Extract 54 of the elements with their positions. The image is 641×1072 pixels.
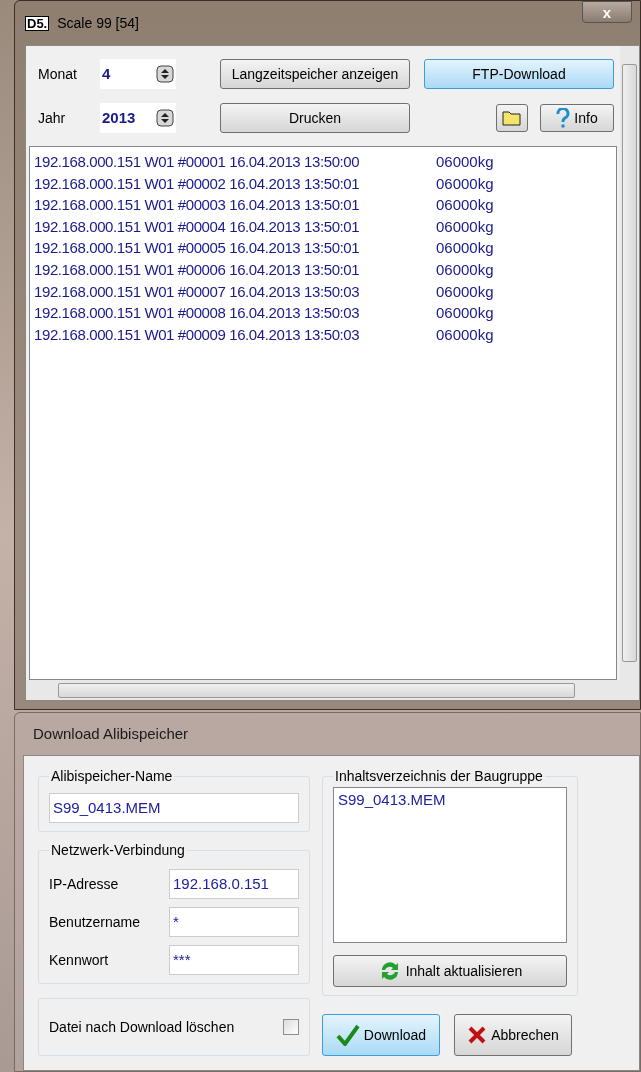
record-line: 192.168.000.151 W01 #00006 16.04.2013 13:50:01: [34, 259, 361, 280]
download-button[interactable]: Download: [322, 1014, 440, 1056]
record-line: 192.168.000.151 W01 #00002 16.04.2013 13:50:01: [34, 173, 361, 194]
name-field[interactable]: S99_0413.MEM: [49, 793, 299, 823]
year-field[interactable]: 2013: [100, 103, 176, 133]
input-field[interactable]: *: [169, 907, 299, 937]
refresh-button[interactable]: Inhalt aktualisieren: [333, 955, 567, 987]
question-mark-icon: [556, 108, 571, 128]
dialog-title: Download Alibispeicher: [33, 723, 189, 744]
app-logo: D5.: [25, 15, 50, 31]
option-label: Datei nach Download löschen: [49, 1017, 236, 1037]
folder-button[interactable]: [496, 104, 528, 132]
month-field[interactable]: 4: [100, 59, 176, 89]
record-weight: 06000kg: [436, 195, 494, 216]
group-title: Inhaltsverzeichnis der Baugruppe: [334, 767, 544, 786]
window-title: Scale 99 [54]: [57, 13, 139, 33]
print-button[interactable]: Drucken: [220, 103, 410, 133]
record-weight: 06000kg: [436, 259, 494, 280]
folder-icon: [502, 110, 522, 126]
group-title: Alibispeicher-Name: [50, 767, 174, 786]
year-label: Jahr: [38, 108, 67, 128]
month-label: Monat: [38, 64, 78, 84]
checkmark-icon: [335, 1024, 360, 1046]
record-line: 192.168.000.151 W01 #00001 16.04.2013 13:50:00: [34, 152, 361, 172]
record-line: 192.168.000.151 W01 #00008 16.04.2013 13:50:03: [34, 303, 361, 324]
input-field[interactable]: 192.168.0.151: [169, 869, 299, 899]
record-weight: 06000kg: [436, 281, 494, 302]
field-label: IP-Adresse: [49, 874, 120, 894]
record-line: 192.168.000.151 W01 #00003 16.04.2013 13:50:01: [34, 195, 361, 216]
checkbox[interactable]: [283, 1019, 299, 1035]
file-list-item[interactable]: S99_0413.MEM: [338, 789, 562, 812]
record-line: 192.168.000.151 W01 #00004 16.04.2013 13:50:01: [34, 216, 361, 237]
record-weight: 06000kg: [436, 324, 494, 345]
spinner-icon[interactable]: [156, 109, 174, 127]
info-button[interactable]: Info: [540, 104, 614, 132]
record-weight: 06000kg: [436, 173, 494, 194]
group-title: Netzwerk-Verbindung: [50, 841, 186, 860]
spinner-icon[interactable]: [156, 65, 174, 83]
record-weight: 06000kg: [436, 303, 494, 324]
cross-icon: [467, 1025, 488, 1045]
input-field[interactable]: ***: [169, 945, 299, 975]
record-line: 192.168.000.151 W01 #00009 16.04.2013 13:50:03: [34, 324, 361, 345]
ftp-download-button[interactable]: FTP-Download: [424, 59, 614, 89]
vertical-scrollbar[interactable]: [620, 46, 639, 680]
record-weight: 06000kg: [436, 238, 494, 259]
record-line: 192.168.000.151 W01 #00005 16.04.2013 13:50:01: [34, 238, 361, 259]
record-line: 192.168.000.151 W01 #00007 16.04.2013 13:50:03: [34, 281, 361, 302]
field-label: Benutzername: [49, 912, 142, 932]
record-weight: 06000kg: [436, 152, 494, 172]
field-label: Kennwort: [49, 950, 110, 970]
record-weight: 06000kg: [436, 216, 494, 237]
show-storage-button[interactable]: Langzeitspeicher anzeigen: [220, 59, 410, 89]
cancel-button[interactable]: Abbrechen: [454, 1014, 572, 1056]
horizontal-scrollbar[interactable]: [26, 680, 639, 700]
